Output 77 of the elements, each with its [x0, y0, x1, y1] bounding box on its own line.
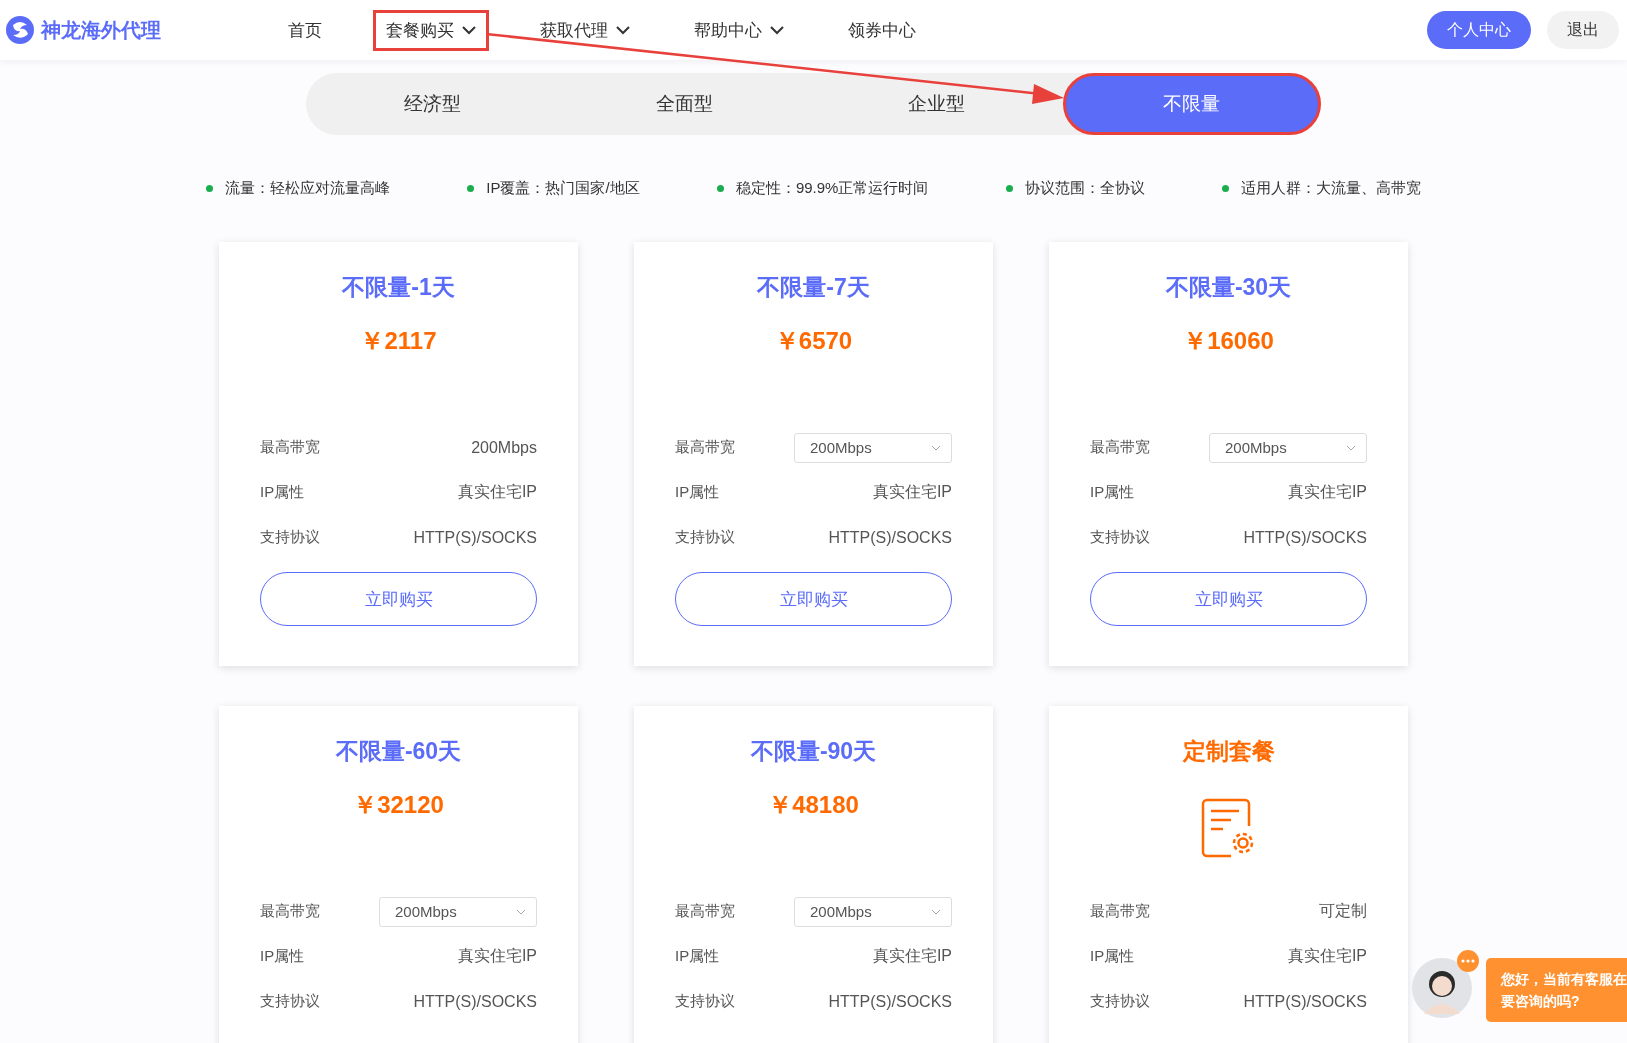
chevron-down-icon	[770, 25, 784, 35]
chat-dots-icon	[1456, 950, 1480, 974]
feature-item: IP覆盖：热门国家/地区	[467, 179, 640, 198]
spec-label: 支持协议	[1090, 528, 1150, 547]
spec-value: 真实住宅IP	[1287, 482, 1367, 502]
feature-item: 适用人群：大流量、高带宽	[1221, 179, 1421, 198]
nav-link[interactable]: 首页	[275, 9, 335, 51]
spec-value: 真实住宅IP	[457, 946, 537, 966]
bandwidth-select[interactable]: 200Mbps	[1209, 432, 1367, 463]
bandwidth-select[interactable]: 200Mbps	[794, 896, 952, 927]
nav-link[interactable]: 帮助中心	[681, 9, 797, 51]
spec-label: IP属性	[675, 483, 720, 502]
spec-value: HTTP(S)/SOCKS	[828, 528, 952, 547]
plan-title: 不限量-1天	[342, 273, 455, 302]
plan-tab[interactable]: 经济型	[306, 73, 559, 135]
chevron-down-icon	[516, 908, 526, 915]
bandwidth-select[interactable]: 200Mbps	[794, 432, 952, 463]
plan-price: ￥32120	[353, 790, 444, 820]
spec-value: HTTP(S)/SOCKS	[1243, 528, 1367, 547]
buy-button[interactable]: 立即购买	[1090, 572, 1367, 626]
spec-label: IP属性	[260, 947, 305, 966]
spec-label: 最高带宽	[1090, 902, 1150, 921]
logo-icon	[5, 15, 35, 45]
plan-price: ￥2117	[360, 326, 437, 356]
logo-text: 神龙海外代理	[41, 17, 161, 43]
buy-button[interactable]: 立即购买	[260, 572, 537, 626]
spec-label: IP属性	[1090, 947, 1135, 966]
spec-label: 最高带宽	[675, 902, 735, 921]
feature-item: 稳定性：99.9%正常运行时间	[716, 179, 929, 198]
plan-tab[interactable]: 全面型	[558, 73, 811, 135]
plan-price: ￥48180	[768, 790, 859, 820]
plan-price: ￥6570	[774, 326, 853, 356]
spec-label: 支持协议	[675, 992, 735, 1011]
bandwidth-select[interactable]: 200Mbps	[379, 896, 537, 927]
spec-label: 最高带宽	[260, 902, 320, 921]
spec-label: IP属性	[1090, 483, 1135, 502]
plan-title: 不限量-60天	[335, 737, 462, 766]
nav-link[interactable]: 获取代理	[527, 9, 643, 51]
spec-value: 可定制	[1319, 901, 1367, 921]
spec-value: 真实住宅IP	[457, 482, 537, 502]
plan-price: ￥16060	[1183, 326, 1274, 356]
spec-label: 支持协议	[1090, 992, 1150, 1011]
spec-value: 200Mbps	[471, 438, 537, 457]
feature-item: 流量：轻松应对流量高峰	[206, 179, 390, 198]
chevron-down-icon	[1346, 444, 1356, 451]
spec-value: HTTP(S)/SOCKS	[828, 992, 952, 1011]
nav-link[interactable]: 套餐购买	[373, 9, 489, 51]
spec-label: IP属性	[675, 947, 720, 966]
chevron-down-icon	[462, 25, 476, 35]
plan-tab[interactable]: 不限量	[1062, 73, 1321, 135]
avatar[interactable]	[1412, 958, 1472, 1018]
spec-label: 支持协议	[675, 528, 735, 547]
plan-tab[interactable]: 企业型	[810, 73, 1063, 135]
spec-value: 真实住宅IP	[1287, 946, 1367, 966]
spec-label: 最高带宽	[1090, 438, 1150, 457]
spec-label: 支持协议	[260, 528, 320, 547]
spec-value: HTTP(S)/SOCKS	[413, 528, 537, 547]
chevron-down-icon	[931, 908, 941, 915]
chevron-down-icon	[931, 444, 941, 451]
feature-item: 协议范围：全协议	[1005, 179, 1145, 198]
spec-label: 最高带宽	[260, 438, 320, 457]
plan-title: 不限量-30天	[1165, 273, 1292, 302]
logout-button[interactable]: 退出	[1547, 11, 1619, 49]
plan-title: 不限量-90天	[750, 737, 877, 766]
account-button[interactable]: 个人中心	[1427, 11, 1531, 49]
plan-title: 不限量-7天	[757, 273, 870, 302]
spec-value: HTTP(S)/SOCKS	[413, 992, 537, 1011]
spec-value: 真实住宅IP	[872, 946, 952, 966]
buy-button[interactable]: 立即购买	[675, 572, 952, 626]
spec-label: 最高带宽	[675, 438, 735, 457]
nav-link[interactable]: 领券中心	[835, 9, 929, 51]
spec-value: 真实住宅IP	[872, 482, 952, 502]
spec-value: HTTP(S)/SOCKS	[1243, 992, 1367, 1011]
spec-label: IP属性	[260, 483, 305, 502]
spec-label: 支持协议	[260, 992, 320, 1011]
plan-title: 定制套餐	[1182, 737, 1275, 766]
chevron-down-icon	[616, 25, 630, 35]
